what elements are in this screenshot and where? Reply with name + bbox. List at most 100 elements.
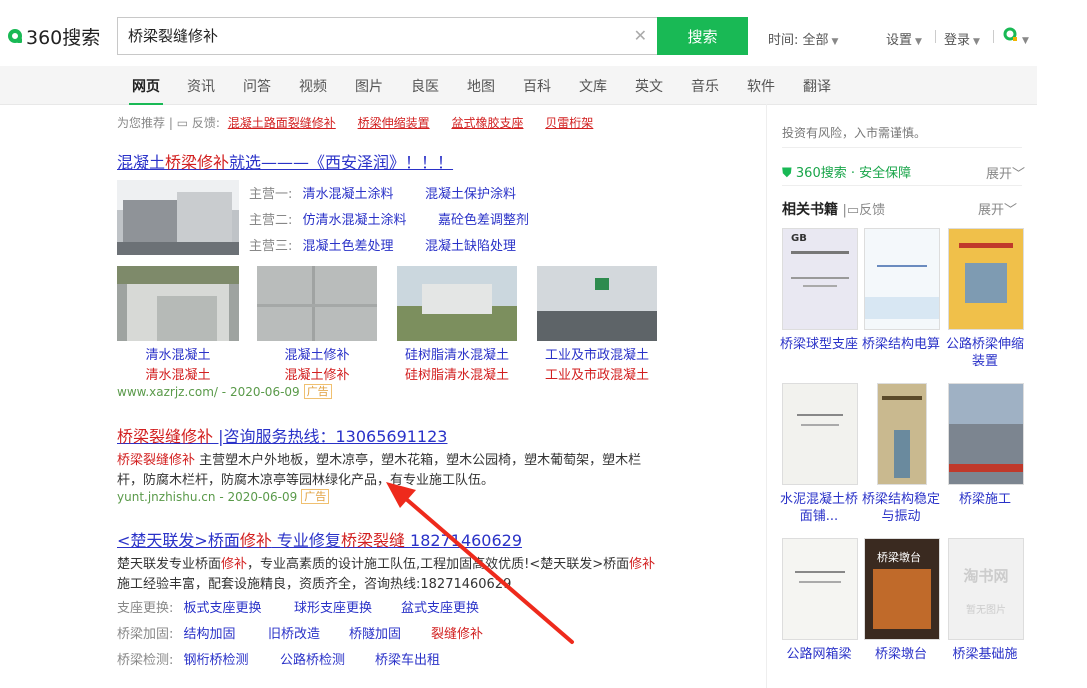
sublink[interactable]: 桥隧加固 bbox=[349, 623, 401, 642]
book-title[interactable]: 水泥混凝土桥面铺... bbox=[779, 491, 859, 525]
book-title[interactable]: 桥梁球型支座 bbox=[779, 336, 859, 353]
tab-wenku[interactable]: 文库 bbox=[579, 76, 607, 96]
service-link[interactable]: 仿清水混凝土涂料 bbox=[303, 213, 407, 228]
title-keyword: 桥梁裂缝修补 bbox=[117, 427, 214, 446]
book-title[interactable]: 桥梁结构电算 bbox=[861, 336, 941, 353]
service-link[interactable]: 混凝土缺陷处理 bbox=[425, 235, 516, 254]
search-box[interactable]: ✕ bbox=[117, 17, 657, 55]
recommend-feedback[interactable]: 反馈: bbox=[192, 116, 220, 130]
book-cover[interactable] bbox=[948, 383, 1024, 485]
logo[interactable]: 360搜索 bbox=[8, 24, 100, 49]
time-filter[interactable]: 时间: 全部 ▼ bbox=[768, 29, 838, 48]
tab-web[interactable]: 网页 bbox=[129, 76, 163, 105]
tab-news[interactable]: 资讯 bbox=[187, 76, 215, 96]
gallery-caption[interactable]: 工业及市政混凝土 bbox=[537, 344, 657, 363]
tab-qa[interactable]: 问答 bbox=[243, 76, 271, 96]
service-link[interactable]: 嘉砼色差调整剂 bbox=[438, 209, 529, 228]
expand-button[interactable]: 展开﹀ bbox=[978, 199, 1017, 218]
clear-icon[interactable]: ✕ bbox=[634, 26, 647, 45]
book-cover[interactable] bbox=[782, 538, 858, 640]
gallery-caption[interactable]: 混凝土修补 bbox=[257, 364, 377, 383]
login-menu[interactable]: 登录 ▼ bbox=[944, 29, 980, 48]
book-title[interactable]: 桥梁基础施 bbox=[945, 646, 1025, 663]
tab-map[interactable]: 地图 bbox=[467, 76, 495, 96]
gallery-caption[interactable]: 清水混凝土 bbox=[117, 364, 239, 383]
gallery-image[interactable] bbox=[397, 266, 517, 341]
settings-menu[interactable]: 设置 ▼ bbox=[886, 29, 922, 48]
result-thumbnail[interactable] bbox=[117, 180, 239, 255]
sublink[interactable]: 板式支座更换 bbox=[184, 601, 262, 616]
tab-english[interactable]: 英文 bbox=[635, 76, 663, 96]
book-title[interactable]: 桥梁施工 bbox=[945, 491, 1025, 508]
sublink[interactable]: 钢桁桥检测 bbox=[184, 653, 249, 668]
tab-images[interactable]: 图片 bbox=[355, 76, 383, 96]
book-cover[interactable]: 淘书网 暂无图片 bbox=[948, 538, 1024, 640]
gallery-caption[interactable]: 工业及市政混凝土 bbox=[537, 364, 657, 383]
result-title[interactable]: <楚天联发>桥面修补 专业修复桥梁裂缝 18271460629 bbox=[117, 527, 522, 551]
sublink[interactable]: 球形支座更换 bbox=[294, 597, 372, 616]
column-divider bbox=[766, 104, 767, 688]
gallery-caption[interactable]: 混凝土修补 bbox=[257, 344, 377, 363]
tab-software[interactable]: 软件 bbox=[747, 76, 775, 96]
result-snippet: 施工经验丰富，配套设施精良，资质齐全，咨询热线:18271460629 bbox=[117, 573, 511, 592]
sublink[interactable]: 盆式支座更换 bbox=[401, 597, 479, 616]
gallery-caption[interactable]: 清水混凝土 bbox=[117, 344, 239, 363]
title-keyword: 桥梁修补 bbox=[165, 153, 230, 172]
gallery-image[interactable] bbox=[257, 266, 377, 341]
logo-icon bbox=[8, 29, 22, 43]
recommend-link[interactable]: 盆式橡胶支座 bbox=[451, 116, 523, 130]
book-title[interactable]: 公路网箱梁 bbox=[779, 646, 859, 663]
tab-translate[interactable]: 翻译 bbox=[803, 76, 831, 96]
recommend-link[interactable]: 贝雷桁架 bbox=[545, 116, 593, 130]
user-menu[interactable]: ▼ bbox=[1003, 27, 1029, 47]
service-link[interactable]: 清水混凝土涂料 bbox=[303, 187, 394, 202]
snippet-keyword: 修补 bbox=[629, 557, 656, 572]
tab-music[interactable]: 音乐 bbox=[691, 76, 719, 96]
book-title[interactable]: 桥梁墩台 bbox=[861, 646, 941, 663]
recommend-link[interactable]: 混凝土路面裂缝修补 bbox=[228, 116, 336, 130]
book-title[interactable]: 桥梁结构稳定与振动 bbox=[861, 491, 941, 525]
safe-guarantee[interactable]: ⛊ 360搜索 · 安全保障 bbox=[782, 162, 911, 181]
expand-label: 展开 bbox=[986, 167, 1013, 182]
recommend-link[interactable]: 桥梁伸缩装置 bbox=[358, 116, 430, 130]
sublink[interactable]: 公路桥检测 bbox=[280, 649, 345, 668]
result-snippet: 杆，防腐木栏杆，防腐木凉亭等园林绿化产品，有专业施工队伍。 bbox=[117, 469, 494, 488]
book-cover[interactable] bbox=[782, 383, 858, 485]
snippet-text: 主营塑木户外地板，塑木凉亭，塑木花箱，塑木公园椅，塑木葡萄架，塑木栏 bbox=[195, 453, 642, 468]
gallery-image[interactable] bbox=[117, 266, 239, 341]
service-label: 主营二: bbox=[249, 213, 293, 228]
sublink[interactable]: 裂缝修补 bbox=[431, 623, 483, 642]
title-keyword: 桥梁裂缝 bbox=[340, 531, 405, 550]
gallery-image[interactable] bbox=[537, 266, 657, 341]
sublink[interactable]: 结构加固 bbox=[184, 627, 236, 642]
search-button[interactable]: 搜索 bbox=[657, 17, 748, 55]
book-cover[interactable] bbox=[864, 228, 940, 330]
service-label: 主营三: bbox=[249, 239, 293, 254]
book-cover[interactable]: 桥梁墩台 bbox=[864, 538, 940, 640]
result-title[interactable]: 桥梁裂缝修补 |咨询服务热线：13065691123 bbox=[117, 423, 447, 447]
sublink-label: 支座更换: bbox=[117, 601, 174, 616]
tab-video[interactable]: 视频 bbox=[299, 76, 327, 96]
books-feedback[interactable]: 反馈 bbox=[859, 203, 885, 218]
service-link[interactable]: 混凝土色差处理 bbox=[303, 239, 394, 254]
service-link[interactable]: 混凝土保护涂料 bbox=[425, 183, 516, 202]
settings-label: 设置 bbox=[886, 33, 913, 48]
tab-doctor[interactable]: 良医 bbox=[411, 76, 439, 96]
book-title[interactable]: 公路桥梁伸缩装置 bbox=[945, 336, 1025, 370]
caret-down-icon: ▼ bbox=[831, 37, 839, 47]
books-title: 相关书籍 bbox=[782, 202, 838, 218]
book-cover[interactable] bbox=[877, 383, 927, 485]
gallery-caption[interactable]: 硅树脂清水混凝土 bbox=[397, 364, 517, 383]
sublink[interactable]: 旧桥改造 bbox=[268, 623, 320, 642]
service-row: 主营一: 清水混凝土涂料 混凝土保护涂料 bbox=[249, 183, 516, 202]
result-snippet: 桥梁裂缝修补 主营塑木户外地板，塑木凉亭，塑木花箱，塑木公园椅，塑木葡萄架，塑木… bbox=[117, 449, 641, 468]
search-input[interactable] bbox=[118, 18, 618, 52]
snippet-keyword: 桥梁裂缝修补 bbox=[117, 453, 196, 468]
sublink[interactable]: 桥梁车出租 bbox=[375, 649, 440, 668]
book-cover[interactable] bbox=[948, 228, 1024, 330]
book-cover[interactable]: GB bbox=[782, 228, 858, 330]
result-title[interactable]: 混凝土桥梁修补就选———《西安泽润》！！！ bbox=[117, 149, 453, 173]
expand-button[interactable]: 展开﹀ bbox=[986, 163, 1025, 182]
tab-baike[interactable]: 百科 bbox=[523, 76, 551, 96]
gallery-caption[interactable]: 硅树脂清水混凝土 bbox=[397, 344, 517, 363]
